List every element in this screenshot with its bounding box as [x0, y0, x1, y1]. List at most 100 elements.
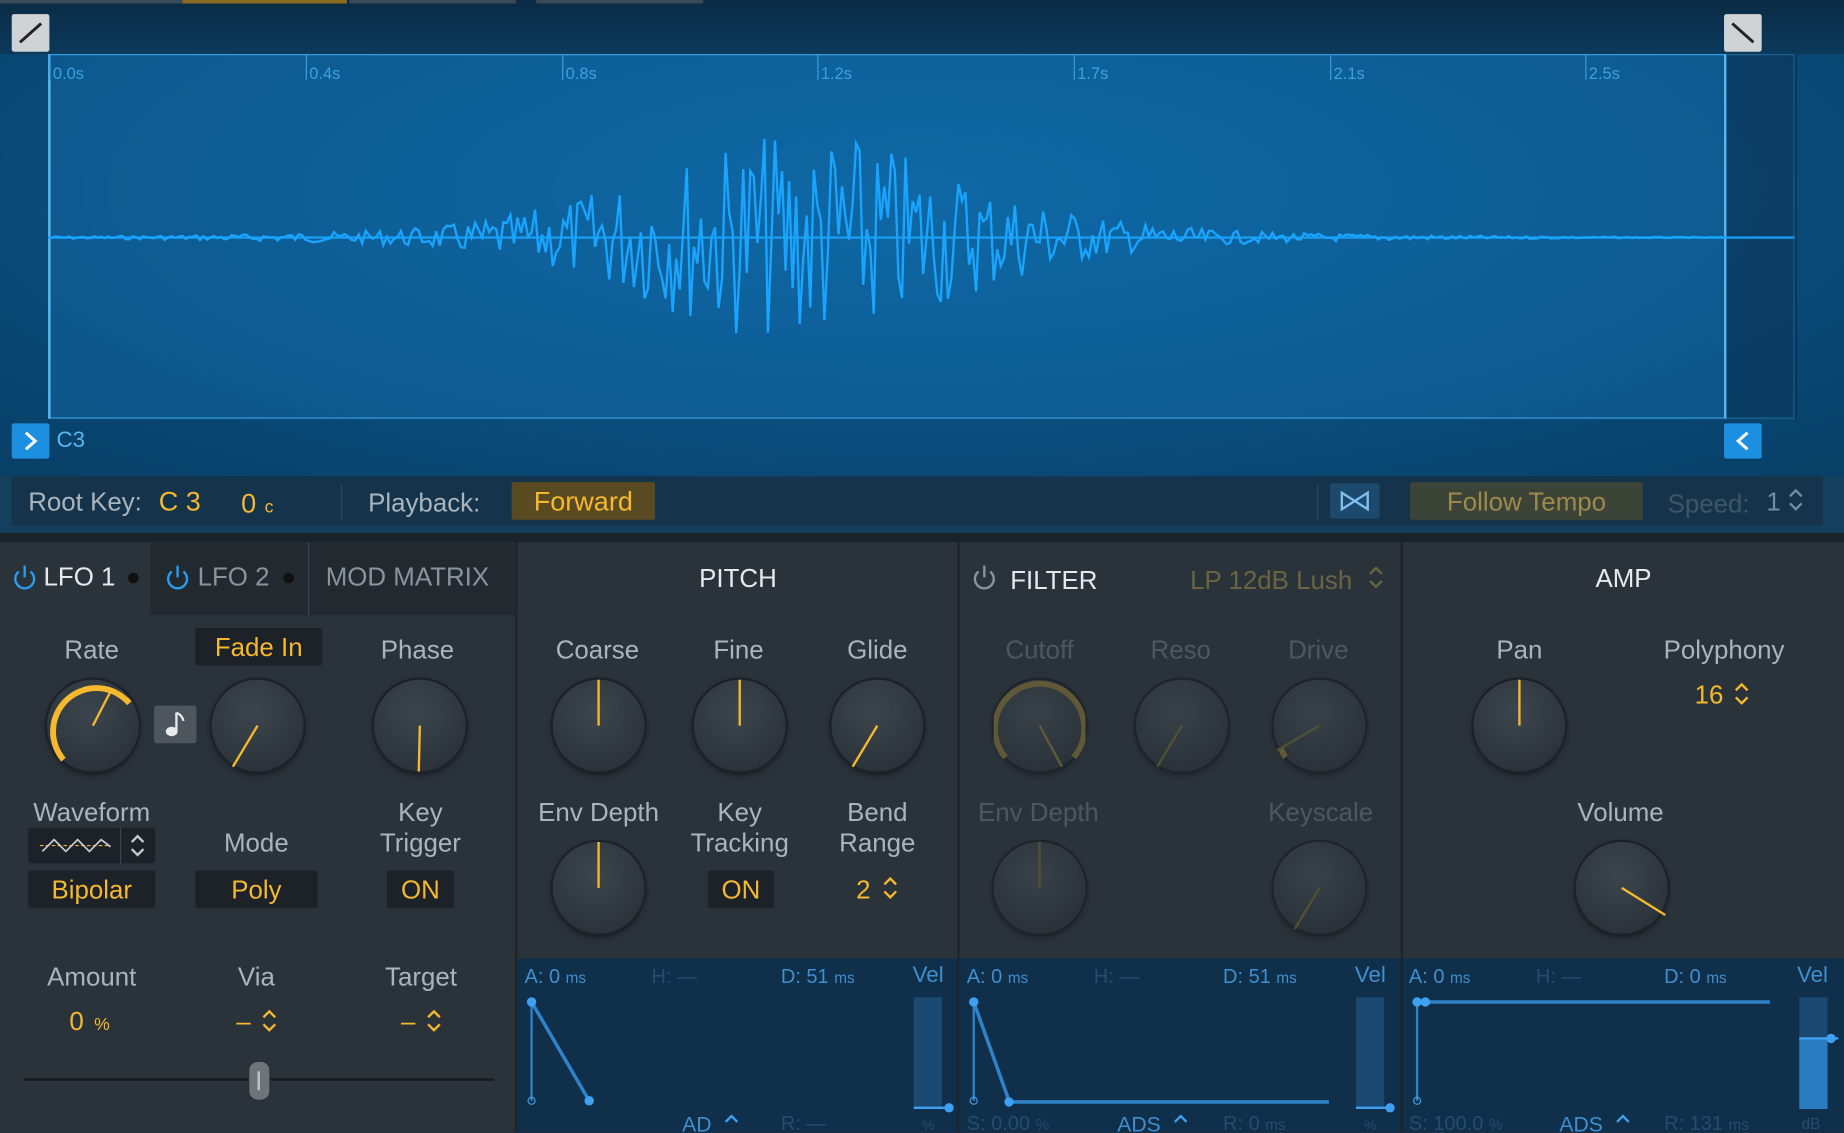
bend-stepper-icon[interactable] — [881, 875, 900, 901]
glide-knob[interactable] — [831, 679, 924, 772]
env-pct: % — [1364, 1117, 1377, 1133]
via-stepper-icon[interactable] — [260, 1008, 279, 1034]
env-vel-label: Vel — [912, 963, 944, 988]
bipolar-button[interactable]: Bipolar — [28, 870, 156, 908]
follow-tempo-button[interactable]: Follow Tempo — [1410, 482, 1643, 520]
env-attack[interactable]: A: 0 ms — [967, 966, 1029, 990]
playback-mode-button[interactable]: Forward — [511, 482, 656, 520]
coarse-knob[interactable] — [552, 679, 645, 772]
fade-in-handle[interactable] — [11, 14, 50, 52]
env-mode-stepper-icon[interactable] — [1172, 1113, 1188, 1133]
env-decay[interactable]: D: 51 ms — [781, 966, 855, 990]
key-trigger-button[interactable]: ON — [386, 870, 454, 908]
env-mode-value[interactable]: AD — [682, 1113, 711, 1133]
pitch-env-depth-knob[interactable] — [552, 842, 645, 934]
env-mode-stepper-icon[interactable] — [1615, 1113, 1631, 1133]
env-vel-label: Vel — [1354, 963, 1386, 988]
env-hold[interactable]: H: — — [1094, 966, 1140, 990]
env-release[interactable]: R: — — [781, 1113, 827, 1133]
filter-power-icon[interactable] — [971, 562, 997, 590]
env-mode-stepper-icon[interactable] — [723, 1113, 739, 1133]
bend-range-value[interactable]: 2 — [856, 875, 870, 906]
fade-in-mode-button[interactable]: Fade In — [195, 627, 323, 666]
waveform-shape-icon — [39, 838, 112, 853]
end-marker-handle[interactable] — [1724, 423, 1762, 459]
target-stepper-icon[interactable] — [425, 1008, 444, 1034]
power-icon[interactable] — [12, 562, 38, 590]
env-attack[interactable]: A: 0 ms — [525, 966, 587, 990]
fade-in-knob[interactable] — [211, 679, 304, 772]
top-tab-indicator — [182, 0, 347, 4]
tab-mod-matrix[interactable]: MOD MATRIX — [326, 562, 489, 593]
volume-label: Volume — [1577, 797, 1664, 827]
tempo-sync-button[interactable] — [154, 705, 197, 744]
status-dot — [128, 572, 139, 584]
waveform-label: Waveform — [33, 797, 151, 827]
polyphony-stepper-icon[interactable] — [1732, 681, 1751, 707]
tab-label: LFO 2 — [197, 562, 270, 592]
cents-unit: c — [264, 497, 274, 518]
filter-env-depth-label: Env Depth — [978, 797, 1099, 827]
amount-unit: % — [94, 1014, 110, 1035]
loop-crossfade-button[interactable] — [1330, 483, 1380, 519]
start-marker-handle[interactable] — [11, 423, 50, 459]
env-mode-value[interactable]: ADS — [1559, 1113, 1603, 1133]
keyscale-label: Keyscale — [1268, 797, 1374, 827]
speed-value[interactable]: 1 — [1766, 487, 1780, 518]
env-decay[interactable]: D: 0 ms — [1664, 966, 1727, 990]
keyscale-knob[interactable] — [1273, 842, 1366, 934]
speed-stepper-icon[interactable] — [1788, 487, 1804, 513]
tab-lfo2[interactable]: LFO 2 — [162, 560, 303, 598]
mode-button[interactable]: Poly — [195, 870, 318, 908]
pan-label: Pan — [1496, 635, 1543, 665]
amount-label: Amount — [47, 961, 137, 992]
phase-knob[interactable] — [373, 679, 466, 772]
fine-knob[interactable] — [693, 679, 786, 772]
volume-knob[interactable] — [1575, 842, 1668, 934]
top-tab-right — [536, 0, 704, 4]
env-release[interactable]: R: 131 ms — [1664, 1113, 1749, 1133]
target-value[interactable]: – — [401, 1007, 415, 1038]
filter-env-depth-knob[interactable] — [993, 842, 1086, 934]
amount-slider-thumb[interactable] — [248, 1060, 271, 1101]
key-tracking-button[interactable]: ON — [707, 870, 774, 908]
music-note-icon — [165, 711, 185, 737]
env-sustain[interactable]: S: 0.00 % — [967, 1113, 1050, 1133]
rate-label: Rate — [64, 635, 120, 665]
env-sustain[interactable]: S: 100.0 % — [1409, 1113, 1503, 1133]
pitch-env-graph — [526, 997, 954, 1113]
divider — [341, 484, 343, 520]
divider — [308, 542, 310, 616]
reso-knob[interactable] — [1136, 679, 1228, 772]
playback-mode-value: Forward — [533, 485, 633, 517]
env-decay[interactable]: D: 51 ms — [1223, 966, 1297, 990]
polyphony-value[interactable]: 16 — [1695, 680, 1724, 711]
tab-lfo1[interactable]: LFO 1 — [9, 560, 139, 598]
env-vel-label: Vel — [1796, 963, 1829, 988]
env-attack[interactable]: A: 0 ms — [1409, 966, 1471, 990]
filter-type-stepper-icon[interactable] — [1367, 564, 1386, 590]
power-icon[interactable] — [165, 562, 191, 590]
via-value[interactable]: – — [236, 1007, 250, 1038]
root-key-value[interactable]: C 3 — [159, 486, 201, 518]
pitch-title: PITCH — [699, 563, 777, 593]
amp-env-graph — [1412, 997, 1839, 1105]
pan-knob[interactable] — [1473, 679, 1566, 772]
env-hold[interactable]: H: — — [652, 966, 698, 990]
fade-out-handle[interactable] — [1724, 14, 1762, 52]
follow-tempo-label: Follow Tempo — [1446, 486, 1607, 517]
filter-type-value[interactable]: LP 12dB Lush — [1190, 566, 1352, 597]
env-mode-value[interactable]: ADS — [1117, 1113, 1161, 1133]
env-release[interactable]: R: 0 ms — [1223, 1113, 1286, 1133]
glide-label: Glide — [847, 635, 908, 665]
cutoff-knob[interactable] — [993, 679, 1086, 772]
env-hold[interactable]: H: — — [1536, 966, 1582, 990]
waveform-selector[interactable] — [28, 827, 156, 864]
env-db: dB — [1801, 1114, 1821, 1133]
drive-knob[interactable] — [1273, 679, 1366, 772]
speed-label: Speed: — [1667, 489, 1750, 519]
cents-value[interactable]: 0 — [241, 488, 256, 520]
rate-knob[interactable] — [47, 679, 139, 772]
filter-title: FILTER — [1010, 565, 1098, 596]
amount-value[interactable]: 0 — [69, 1007, 83, 1038]
